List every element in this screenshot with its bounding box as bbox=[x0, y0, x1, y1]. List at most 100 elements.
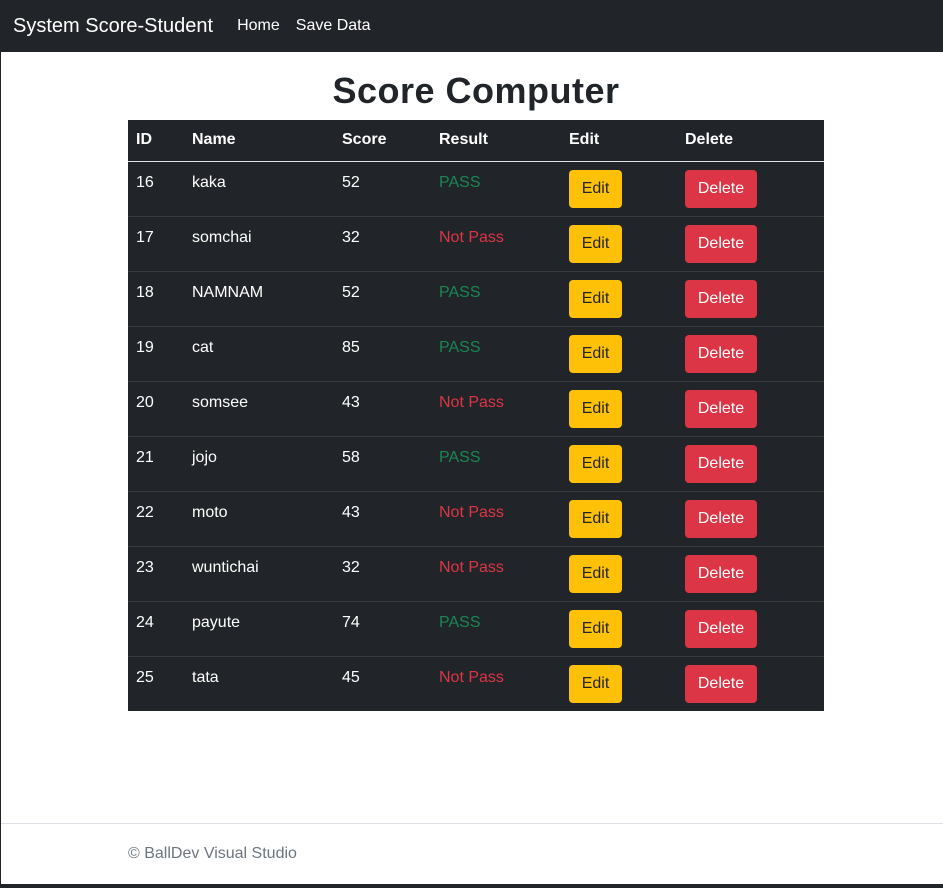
edit-button[interactable]: Edit bbox=[569, 664, 622, 703]
cell-score: 74 bbox=[342, 613, 360, 631]
cell-delete: Delete bbox=[677, 601, 824, 656]
table-row: 16 kaka 52 PASS Edit Delete bbox=[128, 161, 824, 216]
header-score: Score bbox=[342, 131, 387, 149]
navbar-brand[interactable]: System Score-Student bbox=[13, 15, 213, 38]
cell-id: 18 bbox=[136, 283, 154, 301]
footer-text: © BallDev Visual Studio bbox=[128, 845, 297, 862]
scores-table: ID Name Score Result Edit Delete 16 kaka 5… bbox=[128, 120, 824, 711]
edit-button[interactable]: Edit bbox=[569, 609, 622, 648]
cell-edit: Edit bbox=[561, 546, 677, 601]
cell-result: PASS bbox=[439, 613, 481, 631]
delete-button[interactable]: Delete bbox=[685, 279, 757, 318]
cell-result: Not Pass bbox=[439, 393, 504, 411]
cell-score: 85 bbox=[342, 338, 360, 356]
cell-result: Not Pass bbox=[439, 228, 504, 246]
cell-id: 21 bbox=[136, 448, 154, 466]
cell-id: 25 bbox=[136, 668, 154, 686]
nav-link-home[interactable]: Home bbox=[237, 17, 280, 35]
cell-name: somchai bbox=[192, 228, 252, 246]
edit-button[interactable]: Edit bbox=[569, 169, 622, 208]
cell-delete: Delete bbox=[677, 326, 824, 381]
cell-id: 24 bbox=[136, 613, 154, 631]
page-title: Score Computer bbox=[332, 70, 620, 111]
cell-name: somsee bbox=[192, 393, 249, 411]
cell-name: NAMNAM bbox=[192, 283, 264, 301]
header-result: Result bbox=[439, 131, 488, 149]
table-row: 25 tata 45 Not Pass Edit Delete bbox=[128, 656, 824, 711]
table-row: 19 cat 85 PASS Edit Delete bbox=[128, 326, 824, 381]
cell-name: payute bbox=[192, 613, 241, 631]
page: System Score-Student Home Save Data Scor… bbox=[1, 0, 943, 884]
cell-id: 17 bbox=[136, 228, 154, 246]
edit-button[interactable]: Edit bbox=[569, 389, 622, 428]
cell-score: 58 bbox=[342, 448, 360, 466]
table-row: 18 NAMNAM 52 PASS Edit Delete bbox=[128, 271, 824, 326]
cell-name: kaka bbox=[192, 173, 226, 191]
edit-button[interactable]: Edit bbox=[569, 224, 622, 263]
cell-name: cat bbox=[192, 338, 214, 356]
cell-edit: Edit bbox=[561, 326, 677, 381]
table-row: 20 somsee 43 Not Pass Edit Delete bbox=[128, 381, 824, 436]
cell-name: jojo bbox=[192, 448, 217, 466]
cell-result: Not Pass bbox=[439, 503, 504, 521]
cell-id: 16 bbox=[136, 173, 154, 191]
delete-button[interactable]: Delete bbox=[685, 389, 757, 428]
table-row: 21 jojo 58 PASS Edit Delete bbox=[128, 436, 824, 491]
cell-edit: Edit bbox=[561, 601, 677, 656]
delete-button[interactable]: Delete bbox=[685, 554, 757, 593]
delete-button[interactable]: Delete bbox=[685, 169, 757, 208]
cell-score: 43 bbox=[342, 393, 360, 411]
table-row: 17 somchai 32 Not Pass Edit Delete bbox=[128, 216, 824, 271]
table-row: 22 moto 43 Not Pass Edit Delete bbox=[128, 491, 824, 546]
cell-edit: Edit bbox=[561, 161, 677, 216]
cell-result: Not Pass bbox=[439, 558, 504, 576]
cell-id: 19 bbox=[136, 338, 154, 356]
cell-score: 43 bbox=[342, 503, 360, 521]
cell-score: 52 bbox=[342, 283, 360, 301]
table-header-row: ID Name Score Result Edit Delete bbox=[128, 120, 824, 161]
navbar: System Score-Student Home Save Data bbox=[1, 0, 943, 52]
cell-result: PASS bbox=[439, 173, 481, 191]
cell-name: tata bbox=[192, 668, 219, 686]
cell-name: moto bbox=[192, 503, 228, 521]
cell-edit: Edit bbox=[561, 381, 677, 436]
nav-link-save-data[interactable]: Save Data bbox=[296, 17, 371, 35]
cell-delete: Delete bbox=[677, 491, 824, 546]
taskbar-strip bbox=[603, 884, 943, 888]
cell-result: PASS bbox=[439, 448, 481, 466]
cell-result: PASS bbox=[439, 338, 481, 356]
scores-table-container: ID Name Score Result Edit Delete 16 kaka 5… bbox=[128, 120, 824, 711]
cell-score: 52 bbox=[342, 173, 360, 191]
cell-score: 32 bbox=[342, 228, 360, 246]
cell-delete: Delete bbox=[677, 436, 824, 491]
cell-delete: Delete bbox=[677, 546, 824, 601]
cell-edit: Edit bbox=[561, 491, 677, 546]
cell-edit: Edit bbox=[561, 436, 677, 491]
cell-score: 45 bbox=[342, 668, 360, 686]
edit-button[interactable]: Edit bbox=[569, 334, 622, 373]
cell-result: PASS bbox=[439, 283, 481, 301]
delete-button[interactable]: Delete bbox=[685, 664, 757, 703]
cell-edit: Edit bbox=[561, 216, 677, 271]
delete-button[interactable]: Delete bbox=[685, 609, 757, 648]
table-row: 24 payute 74 PASS Edit Delete bbox=[128, 601, 824, 656]
delete-button[interactable]: Delete bbox=[685, 444, 757, 483]
delete-button[interactable]: Delete bbox=[685, 224, 757, 263]
cell-id: 23 bbox=[136, 558, 154, 576]
delete-button[interactable]: Delete bbox=[685, 499, 757, 538]
cell-delete: Delete bbox=[677, 271, 824, 326]
delete-button[interactable]: Delete bbox=[685, 334, 757, 373]
cell-id: 20 bbox=[136, 393, 154, 411]
cell-delete: Delete bbox=[677, 216, 824, 271]
table-row: 23 wuntichai 32 Not Pass Edit Delete bbox=[128, 546, 824, 601]
cell-score: 32 bbox=[342, 558, 360, 576]
header-edit: Edit bbox=[569, 131, 600, 149]
cell-name: wuntichai bbox=[192, 558, 259, 576]
edit-button[interactable]: Edit bbox=[569, 499, 622, 538]
header-id: ID bbox=[136, 131, 152, 149]
edit-button[interactable]: Edit bbox=[569, 279, 622, 318]
cell-edit: Edit bbox=[561, 271, 677, 326]
edit-button[interactable]: Edit bbox=[569, 554, 622, 593]
edit-button[interactable]: Edit bbox=[569, 444, 622, 483]
cell-edit: Edit bbox=[561, 656, 677, 711]
